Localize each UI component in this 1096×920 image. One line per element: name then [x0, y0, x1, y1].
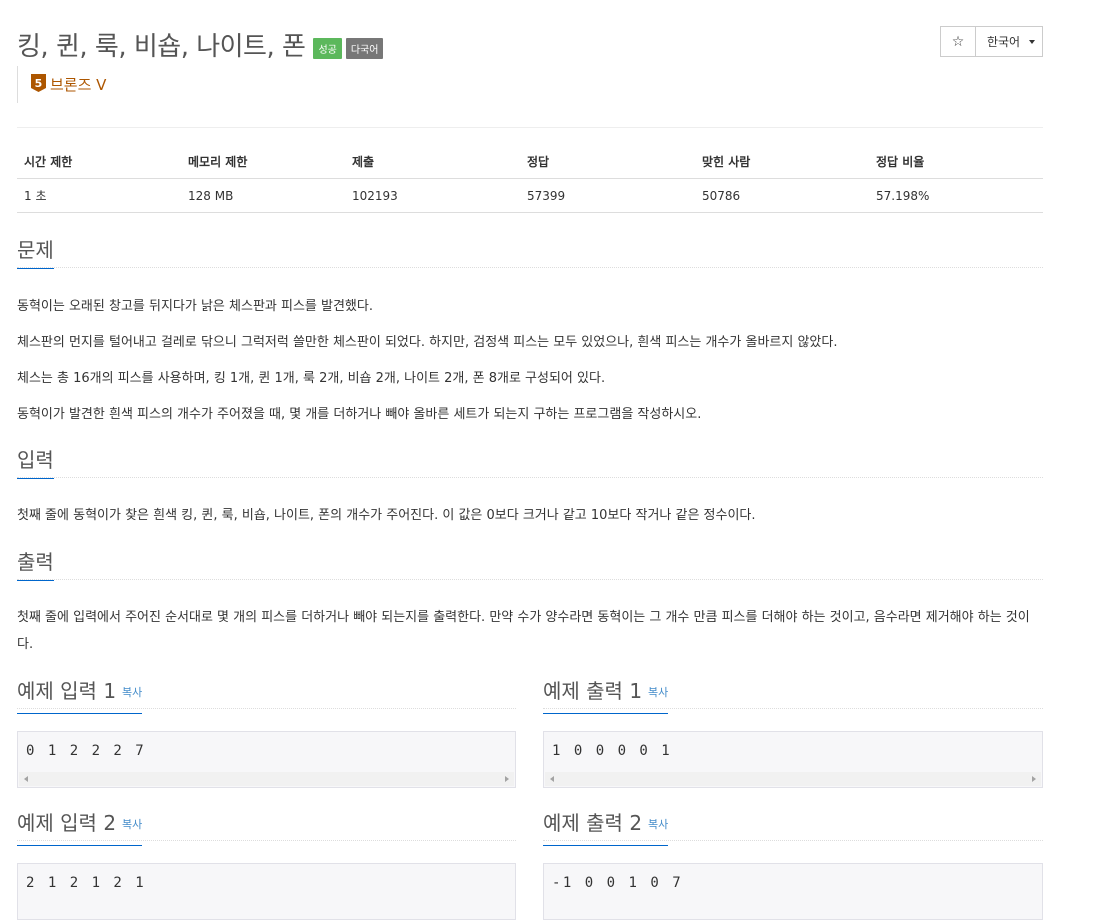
sample-input-1: 예제 입력 1 복사 0 1 2 2 2 7: [17, 679, 516, 788]
description-paragraph: 체스판의 먼지를 털어내고 걸레로 닦으니 그럭저럭 쓸만한 체스판이 되었다.…: [17, 335, 838, 350]
copy-button[interactable]: 복사: [648, 818, 668, 831]
input-description: 첫째 줄에 동혁이가 찾은 흰색 킹, 퀸, 룩, 비숍, 나이트, 폰의 개수…: [17, 508, 756, 523]
description-title: 문제: [17, 238, 54, 269]
sample-output-2-header: 예제 출력 2 복사: [543, 811, 1043, 846]
language-label: 한국어: [986, 35, 1021, 49]
sample-input-2-text: 2 1 2 1 2 1: [26, 875, 147, 891]
value-submissions[interactable]: 102193: [345, 178, 520, 213]
info-header-row: 시간 제한 메모리 제한 제출 정답 맞힌 사람 정답 비율: [17, 145, 1043, 179]
star-icon: ☆: [951, 33, 965, 50]
multilang-badge[interactable]: 다국어: [345, 38, 384, 59]
output-body: 첫째 줄에 입력에서 주어진 순서대로 몇 개의 피스를 더하거나 빼야 되는지…: [17, 604, 1043, 658]
scroll-left-icon[interactable]: [550, 776, 554, 782]
sample-input-1-box[interactable]: 0 1 2 2 2 7: [17, 731, 516, 788]
description-header: 문제: [17, 238, 1043, 269]
copy-button[interactable]: 복사: [648, 686, 668, 699]
value-accept-ratio: 57.198%: [869, 178, 1043, 213]
header-time-limit: 시간 제한: [17, 145, 181, 179]
sample-input-2: 예제 입력 2 복사 2 1 2 1 2 1: [17, 811, 516, 920]
problem-title: 킹, 퀸, 룩, 비숍, 나이트, 폰: [17, 32, 306, 62]
output-header: 출력: [17, 550, 1043, 581]
header-accept-ratio: 정답 비율: [869, 145, 1043, 179]
input-title: 입력: [17, 448, 54, 479]
header-accepted: 정답: [520, 145, 695, 179]
sample-input-1-title: 예제 입력 1 복사: [17, 679, 143, 714]
value-time-limit: 1 초: [17, 178, 181, 213]
header-memory-limit: 메모리 제한: [181, 145, 345, 179]
sample-output-2: 예제 출력 2 복사 -1 0 0 1 0 7: [543, 811, 1043, 920]
scroll-right-icon[interactable]: [505, 776, 509, 782]
description-paragraph: 동혁이가 발견한 흰색 피스의 개수가 주어졌을 때, 몇 개를 더하거나 빼야…: [17, 407, 702, 422]
output-description: 첫째 줄에 입력에서 주어진 순서대로 몇 개의 피스를 더하거나 빼야 되는지…: [17, 610, 1030, 652]
input-body: 첫째 줄에 동혁이가 찾은 흰색 킹, 퀸, 룩, 비숍, 나이트, 폰의 개수…: [17, 502, 1043, 529]
title-row: 킹, 퀸, 룩, 비숍, 나이트, 폰 성공 다국어: [17, 26, 384, 63]
sample-output-2-title: 예제 출력 2 복사: [543, 811, 669, 846]
sample-input-1-header: 예제 입력 1 복사: [17, 679, 516, 714]
sample-output-1-title: 예제 출력 1 복사: [543, 679, 669, 714]
description-paragraph: 동혁이는 오래된 창고를 뒤지다가 낡은 체스판과 피스를 발견했다.: [17, 299, 373, 314]
copy-button[interactable]: 복사: [122, 818, 142, 831]
value-accepted[interactable]: 57399: [520, 178, 695, 213]
problem-controls: ☆ 한국어: [940, 26, 1043, 57]
header-solved-users: 맞힌 사람: [695, 145, 869, 179]
sample-input-2-header: 예제 입력 2 복사: [17, 811, 516, 846]
favorite-button[interactable]: ☆: [940, 26, 976, 57]
caret-down-icon: [1029, 39, 1036, 44]
sample-output-1-header: 예제 출력 1 복사: [543, 679, 1043, 714]
sample-input-2-title: 예제 입력 2 복사: [17, 811, 143, 846]
horizontal-scrollbar[interactable]: [19, 772, 514, 786]
problem-page: 킹, 퀸, 룩, 비숍, 나이트, 폰 성공 다국어 5 브론즈 V ☆ 한국어…: [0, 0, 1096, 920]
description-paragraph: 체스는 총 16개의 피스를 사용하며, 킹 1개, 퀸 1개, 룩 2개, 비…: [17, 371, 606, 386]
info-value-row: 1 초 128 MB 102193 57399 50786 57.198%: [17, 178, 1043, 213]
language-select[interactable]: 한국어: [976, 26, 1043, 57]
description-body: 동혁이는 오래된 창고를 뒤지다가 낡은 체스판과 피스를 발견했다. 체스판의…: [17, 293, 1043, 428]
tier-icon: 5: [31, 74, 46, 92]
copy-button[interactable]: 복사: [122, 686, 142, 699]
success-badge: 성공: [313, 38, 342, 59]
scroll-right-icon[interactable]: [1032, 776, 1036, 782]
sample-output-1-text: 1 0 0 0 0 1: [552, 743, 673, 759]
sample-output-1-box[interactable]: 1 0 0 0 0 1: [543, 731, 1043, 788]
input-header: 입력: [17, 448, 1043, 479]
sample-output-2-box[interactable]: -1 0 0 1 0 7: [543, 863, 1043, 920]
problem-info-table: 시간 제한 메모리 제한 제출 정답 맞힌 사람 정답 비율 1 초 128 M…: [17, 145, 1043, 213]
output-section: 출력 첫째 줄에 입력에서 주어진 순서대로 몇 개의 피스를 더하거나 빼야 …: [17, 550, 1043, 658]
input-section: 입력 첫째 줄에 동혁이가 찾은 흰색 킹, 퀸, 룩, 비숍, 나이트, 폰의…: [17, 448, 1043, 529]
sample-output-1: 예제 출력 1 복사 1 0 0 0 0 1: [543, 679, 1043, 788]
divider: [17, 127, 1043, 128]
output-title: 출력: [17, 550, 54, 581]
tier-label[interactable]: 브론즈 V: [50, 74, 106, 95]
value-solved-users[interactable]: 50786: [695, 178, 869, 213]
sample-output-2-text: -1 0 0 1 0 7: [552, 875, 684, 891]
header-submissions: 제출: [345, 145, 520, 179]
horizontal-scrollbar[interactable]: [545, 772, 1041, 786]
scroll-left-icon[interactable]: [24, 776, 28, 782]
sample-input-2-box[interactable]: 2 1 2 1 2 1: [17, 863, 516, 920]
value-memory-limit: 128 MB: [181, 178, 345, 213]
description-section: 문제 동혁이는 오래된 창고를 뒤지다가 낡은 체스판과 피스를 발견했다. 체…: [17, 238, 1043, 428]
sample-input-1-text: 0 1 2 2 2 7: [26, 743, 147, 759]
tier-row: 5 브론즈 V: [17, 66, 106, 103]
